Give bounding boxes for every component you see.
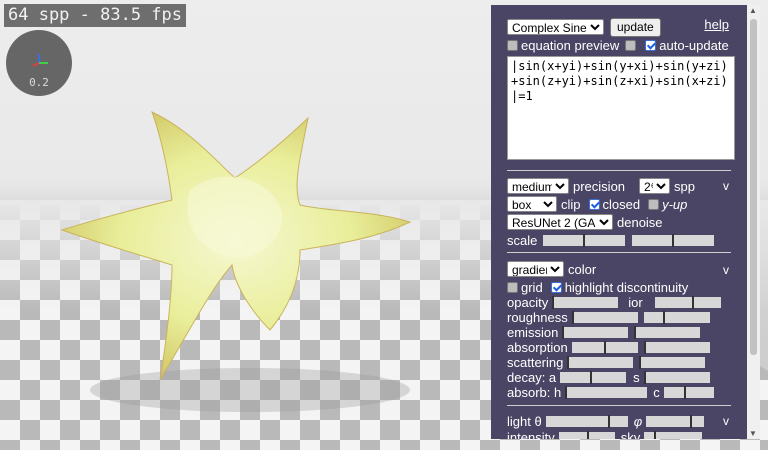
help-link[interactable]: help [704,17,729,32]
axis-gizmo[interactable]: 0.2 [6,30,72,96]
clip-select[interactable]: box [507,196,557,212]
emission-slider[interactable] [562,325,629,339]
update-button[interactable]: update [610,17,661,37]
precision-select[interactable]: medium [507,178,569,194]
scale-slider-2[interactable] [632,233,714,247]
sky-label: sky [620,429,641,440]
absorb-h-slider[interactable] [565,385,648,399]
closed-checkbox[interactable] [588,198,600,210]
spp-label: spp [674,178,695,194]
scroll-up-icon[interactable]: ▲ [749,6,757,15]
control-panel: Complex Sine update help equation previe… [491,5,747,439]
clip-label: clip [561,196,581,212]
auto-update-label: auto-update [659,37,729,53]
preset-select[interactable]: Complex Sine [507,19,604,35]
absorption-slider-2[interactable] [643,340,710,354]
scroll-down-icon[interactable]: ▼ [749,429,757,438]
absorb-c-label: c [653,384,660,400]
scale-slider-1[interactable] [543,233,625,247]
absorb-c-slider[interactable] [663,385,714,399]
light-theta-label: light θ [507,413,542,429]
fps-readout: 64 spp - 83.5 fps [4,4,186,27]
scale-label: scale [507,232,538,248]
roughness-slider-2[interactable] [643,310,710,324]
equation-input[interactable] [507,56,735,160]
spp-select[interactable]: 2⁶ [639,178,671,194]
absorb-label: absorb: h [507,384,562,400]
roughness-slider[interactable] [571,310,638,324]
material-collapse-toggle[interactable]: v [723,263,729,277]
separator [507,252,731,253]
panel-scrollbar[interactable]: ▲ ▼ [747,5,760,439]
separator [507,405,731,406]
sky-slider[interactable] [644,430,703,439]
grid-checkbox[interactable] [507,281,518,293]
light-collapse-toggle[interactable]: v [723,414,729,428]
color-label: color [568,261,597,277]
color-select[interactable]: gradient [507,261,564,277]
separator [507,170,731,171]
auto-update-checkbox[interactable] [645,39,657,51]
precision-label: precision [573,178,626,194]
scroll-thumb[interactable] [750,19,757,355]
light-phi-slider[interactable] [646,414,705,428]
intensity-slider[interactable] [558,430,615,439]
intensity-label: intensity [507,429,555,440]
closed-label: closed [602,196,641,212]
light-phi-label: φ [633,413,643,429]
unnamed-checkbox[interactable] [625,39,637,51]
gizmo-scale: 0.2 [29,76,49,89]
equation-preview-label: equation preview [521,37,620,53]
absorption-slider[interactable] [571,340,638,354]
shape-shadow [90,368,410,412]
decay-a-slider[interactable] [560,370,627,384]
discontinuity-checkbox[interactable] [550,281,562,293]
opacity-slider[interactable] [552,295,619,309]
decay-s-slider[interactable] [643,370,710,384]
denoise-label: denoise [617,214,663,230]
scattering-slider[interactable] [567,355,634,369]
render-collapse-toggle[interactable]: v [723,179,729,193]
light-theta-slider[interactable] [545,414,628,428]
yup-label: y-up [662,196,688,212]
ior-slider[interactable] [654,295,721,309]
yup-checkbox[interactable] [648,198,660,210]
emission-slider-2[interactable] [634,325,701,339]
scattering-slider-2[interactable] [639,355,706,369]
equation-preview-checkbox[interactable] [507,39,518,51]
denoise-select[interactable]: ResUNet 2 (GAN) [507,214,613,230]
